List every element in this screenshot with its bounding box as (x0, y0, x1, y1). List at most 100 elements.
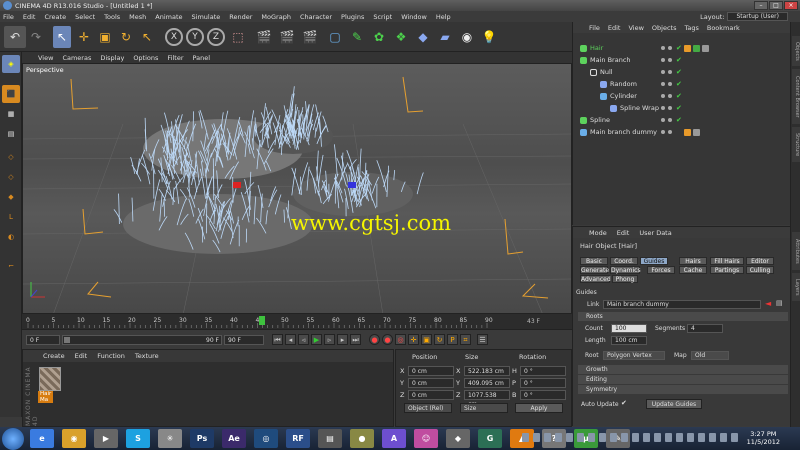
size-z-field[interactable]: 1077.538 cm (464, 390, 510, 408)
taskbar-app-icon[interactable]: ◎ (254, 429, 278, 448)
roots-section[interactable]: Roots (578, 312, 788, 321)
taskbar-app-icon[interactable]: A (382, 429, 406, 448)
tab-guides[interactable]: Guides (640, 257, 668, 265)
obj-menu-file[interactable]: File (589, 24, 600, 32)
keyframe-selection-icon[interactable]: ◎ (395, 334, 406, 345)
material-menu-create[interactable]: Create (43, 352, 65, 360)
record-icon[interactable]: ● (369, 334, 380, 345)
tab-editor[interactable]: Editor (746, 257, 774, 265)
taskbar-app-icon[interactable]: S (126, 429, 150, 448)
tab-phong[interactable]: Phong (612, 275, 638, 283)
tab-content-browser-vertical[interactable]: Content Browser (792, 69, 800, 124)
next-frame-icon[interactable]: ▹ (324, 334, 335, 345)
taskbar-app-icon[interactable]: ▤ (318, 429, 342, 448)
menu-simulate[interactable]: Simulate (192, 13, 221, 21)
size-x-field[interactable]: 522.183 cm (464, 366, 510, 376)
minimize-button[interactable]: – (754, 1, 768, 10)
render-picture-viewer-icon[interactable]: 🎬 (278, 26, 296, 48)
link-menu-icon[interactable]: ▤ (776, 299, 783, 307)
object-row-random[interactable]: Random ✔ (573, 78, 791, 90)
timeline-options-icon[interactable]: ☰ (477, 334, 488, 345)
axis-mode-icon[interactable]: L (2, 208, 20, 226)
object-row-spline-wrap[interactable]: Spline Wrap ✔ (573, 102, 791, 114)
system-clock[interactable]: 3:27 PM 11/5/2012 (747, 430, 780, 446)
tab-advanced[interactable]: Advanced (580, 275, 611, 283)
rot-b-field[interactable]: 0 ° (520, 390, 566, 400)
viewport-menu-display[interactable]: Display (100, 54, 124, 62)
pla-key-icon[interactable]: ⌗ (460, 334, 471, 345)
coord-size-mode-select[interactable]: Size (460, 403, 508, 413)
map-select[interactable]: Old (691, 351, 729, 360)
apply-button[interactable]: Apply (515, 403, 563, 413)
root-select[interactable]: Polygon Vertex (603, 351, 665, 360)
symmetry-section[interactable]: Symmetry (578, 385, 788, 394)
axis-z-button[interactable]: Z (207, 28, 225, 46)
menu-animate[interactable]: Animate (155, 13, 182, 21)
obj-menu-edit[interactable]: Edit (608, 24, 621, 32)
axis-y-button[interactable]: Y (186, 28, 204, 46)
count-field[interactable]: 100 (611, 324, 647, 333)
tray-icon[interactable] (577, 433, 584, 442)
material-menu-function[interactable]: Function (97, 352, 125, 360)
auto-update-checkbox[interactable]: ✔ (621, 399, 627, 407)
object-row-main-branch[interactable]: Main Branch ✔ (573, 54, 791, 66)
tab-fill-hairs[interactable]: Fill Hairs (710, 257, 744, 265)
menu-mograph[interactable]: MoGraph (261, 13, 291, 21)
object-row-main-branch-dummy[interactable]: Main branch dummy (573, 126, 791, 138)
update-guides-button[interactable]: Update Guides (646, 399, 702, 409)
axis-x-button[interactable]: X (165, 28, 183, 46)
spline-pen-icon[interactable]: ✎ (348, 26, 366, 48)
prev-key-icon[interactable]: ◂ (285, 334, 296, 345)
taskbar-app-icon[interactable]: ✳ (158, 429, 182, 448)
tray-icon[interactable] (544, 433, 551, 442)
frame-range-slider[interactable]: 90 F (62, 334, 222, 345)
light-icon[interactable]: 💡 (480, 26, 498, 48)
taskbar-app-icon[interactable]: ▶ (94, 429, 118, 448)
tray-icon[interactable] (632, 433, 639, 442)
goto-end-icon[interactable]: ⏭ (350, 334, 361, 345)
tab-culling[interactable]: Culling (746, 266, 774, 274)
tab-basic[interactable]: Basic (580, 257, 608, 265)
menu-character[interactable]: Character (300, 13, 332, 21)
menu-edit[interactable]: Edit (23, 13, 36, 21)
attr-menu-mode[interactable]: Mode (589, 229, 607, 237)
prev-frame-icon[interactable]: ◃ (298, 334, 309, 345)
size-y-field[interactable]: 409.095 cm (464, 378, 510, 388)
rot-h-field[interactable]: 0 ° (520, 366, 566, 376)
autokey-icon[interactable]: ● (382, 334, 393, 345)
next-key-icon[interactable]: ▸ (337, 334, 348, 345)
viewport-menu-options[interactable]: Options (133, 54, 158, 62)
tab-forces[interactable]: Forces (647, 266, 675, 274)
timeline-ruler[interactable]: 051015202530354045505560657075808590 43 … (22, 314, 572, 329)
growth-section[interactable]: Growth (578, 365, 788, 374)
coordinate-system-icon[interactable]: ⬚ (229, 26, 247, 48)
maximize-button[interactable]: □ (769, 1, 783, 10)
floor-icon[interactable]: ▰ (436, 26, 454, 48)
taskbar-app-icon[interactable]: Ae (222, 429, 246, 448)
taskbar-app-icon[interactable]: ◉ (62, 429, 86, 448)
length-field[interactable]: 100 cm (611, 336, 647, 345)
tab-cache[interactable]: Cache (679, 266, 707, 274)
workplane-icon[interactable]: ▤ (2, 125, 20, 143)
material-menu-texture[interactable]: Texture (135, 352, 159, 360)
obj-menu-objects[interactable]: Objects (652, 24, 677, 32)
tab-generate[interactable]: Generate (580, 266, 609, 274)
tweak-mode-icon[interactable]: ◐ (2, 228, 20, 246)
layout-select[interactable]: Startup (User) (727, 12, 788, 21)
tray-icon[interactable] (709, 433, 716, 442)
render-view-icon[interactable]: 🎬 (255, 26, 273, 48)
hair-material-swatch[interactable] (39, 367, 61, 391)
end-frame-field[interactable]: 90 F (224, 334, 264, 345)
tray-icon[interactable] (522, 433, 529, 442)
tray-icon[interactable] (588, 433, 595, 442)
menu-help[interactable]: Help (436, 13, 451, 21)
obj-menu-view[interactable]: View (628, 24, 643, 32)
attr-menu-edit[interactable]: Edit (617, 229, 630, 237)
menu-render[interactable]: Render (229, 13, 252, 21)
camera-icon[interactable]: ◉ (458, 26, 476, 48)
undo-icon[interactable]: ↶ (4, 26, 26, 48)
make-editable-icon[interactable]: ◈ (2, 55, 20, 73)
taskbar-app-icon[interactable]: ● (350, 429, 374, 448)
link-field[interactable]: Main branch dummy (603, 300, 761, 309)
viewport-menu-view[interactable]: View (38, 54, 53, 62)
